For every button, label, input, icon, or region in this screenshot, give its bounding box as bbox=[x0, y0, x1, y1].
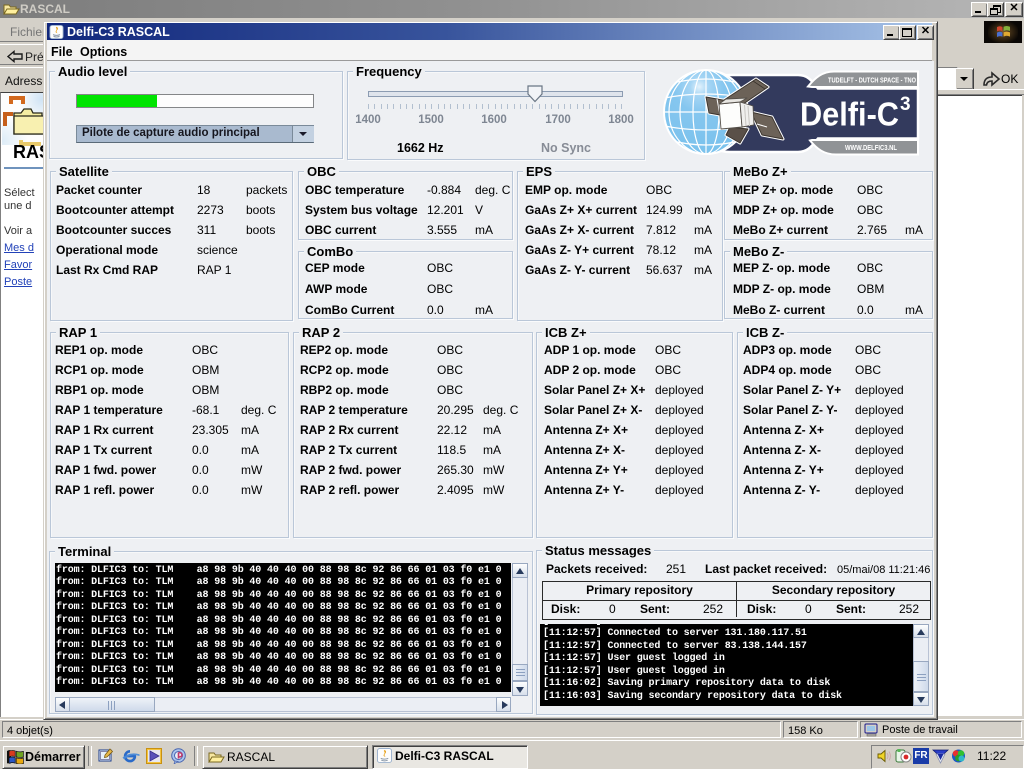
svg-text:3: 3 bbox=[900, 94, 911, 115]
svg-text:WWW.DELFIC3.NL: WWW.DELFIC3.NL bbox=[845, 145, 898, 152]
svg-text:TUDELFT - DUTCH SPACE - TNO: TUDELFT - DUTCH SPACE - TNO bbox=[828, 76, 916, 85]
svg-text:Delfi-C: Delfi-C bbox=[800, 96, 899, 133]
